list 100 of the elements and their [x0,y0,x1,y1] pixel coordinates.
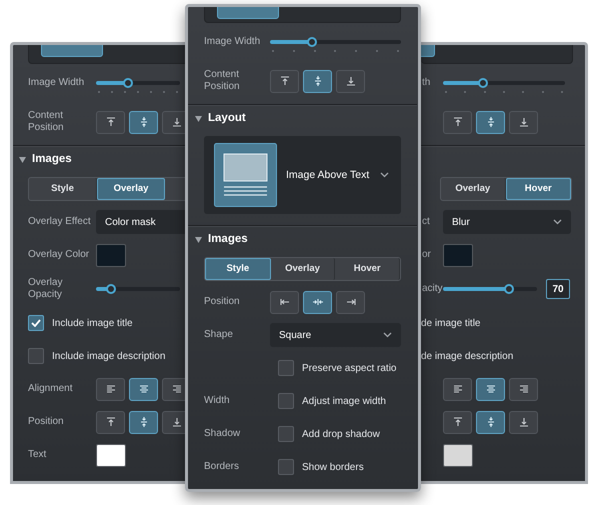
align-left-icon [104,383,116,395]
field-label: Position [28,416,64,428]
field-label: Text [28,449,46,461]
icon-button[interactable] [476,378,505,400]
field-label: Overlay Color [28,249,90,261]
layout-name: Image Above Text [286,169,370,181]
section-title: Layout [208,111,246,126]
dropdown[interactable]: Square [270,323,401,347]
icon-button[interactable] [476,110,505,134]
icon-button[interactable] [162,110,186,134]
icon-button[interactable] [476,410,505,434]
icon-button[interactable] [509,410,538,434]
field-label: Overlay Opacity [28,277,64,301]
checkbox[interactable] [28,315,44,331]
slider-thumb[interactable] [306,37,317,47]
check-icon [31,319,41,327]
icon-button[interactable] [129,110,158,134]
checkbox[interactable] [278,393,294,409]
field-label: Alignment [28,383,72,395]
arrow-to-right-icon [344,296,356,308]
icon-button[interactable] [96,410,125,434]
dropdown-value: Blur [452,216,470,230]
field-label: Image Width [204,36,260,48]
arrows-inward-icon [312,296,324,308]
chevron-down-icon [553,219,562,225]
icon-button[interactable] [162,410,186,434]
field-label: Borders [204,461,240,473]
layout-picker[interactable]: Image Above Text [204,136,401,214]
slider-thumb[interactable] [504,284,514,294]
field-label: Overlay Effect [28,216,91,228]
tab[interactable]: Overlay [270,258,336,280]
checkbox[interactable] [278,426,294,442]
dropdown-value: Square [279,328,312,342]
icon-button[interactable] [96,378,125,400]
align-center-icon [484,383,496,395]
icon-button[interactable] [443,378,472,400]
checkbox-label: Add drop shadow [302,428,380,442]
color-swatch[interactable] [96,444,126,466]
align-bottom-icon [344,75,356,87]
icon-button[interactable] [443,110,472,134]
align-bottom-icon [170,116,182,128]
chevron-down-icon [383,332,392,338]
icon-button[interactable] [162,378,186,400]
section-title: Images [208,232,248,248]
tab[interactable]: Style [205,258,271,280]
icon-button[interactable] [129,378,158,400]
field-label: Content Position [204,69,241,93]
section-title: Images [32,152,72,168]
align-bottom-icon [170,416,182,428]
checkbox-label: de image title [421,316,480,330]
icon-button[interactable] [270,70,299,92]
tab[interactable]: Hover [506,178,571,200]
field-label: acity [422,283,443,295]
align-left-icon [452,383,464,395]
align-right-icon [170,383,182,395]
align-right-icon [518,383,530,395]
icon-button[interactable] [270,290,299,314]
layout-thumbnail [421,45,435,57]
icon-button[interactable] [336,70,365,92]
slider-thumb[interactable] [478,78,488,88]
align-top-icon [104,116,116,128]
align-top-icon [452,416,464,428]
field-label: Content Position [28,110,65,134]
chevron-down-icon [380,172,389,178]
icon-button[interactable] [303,70,332,92]
icon-button[interactable] [96,110,125,134]
dropdown[interactable]: Color mask [96,210,186,234]
dropdown[interactable]: Blur [443,210,571,234]
slider-thumb[interactable] [122,78,133,88]
layout-thumbnail [41,45,103,57]
tab[interactable]: Hover [335,258,400,280]
checkbox[interactable] [278,360,294,376]
checkbox-label: Preserve aspect ratio [302,362,396,376]
tab[interactable]: Overlay [97,178,165,200]
color-swatch[interactable] [443,244,473,266]
color-swatch[interactable] [96,244,126,266]
align-bottom-icon [518,116,530,128]
icon-button[interactable] [129,410,158,434]
field-label: Position [204,296,240,308]
icon-button[interactable] [303,290,332,314]
field-label: Shape [204,329,233,341]
align-bottom-icon [518,416,530,428]
checkbox-label: de image description [421,350,514,364]
align-top-icon [278,75,290,87]
field-label: or [422,249,431,261]
icon-button[interactable] [336,290,365,314]
checkbox[interactable] [28,348,44,364]
color-swatch[interactable] [443,444,473,466]
field-label: Shadow [204,428,240,440]
arrow-to-left-icon [278,296,290,308]
slider-thumb[interactable] [106,284,116,294]
checkbox[interactable] [278,459,294,475]
field-label: Image Width [28,77,84,89]
opacity-input[interactable]: 70 [546,279,570,299]
icon-button[interactable] [509,110,538,134]
align-center-icon [138,383,150,395]
checkbox-label: Include image description [52,350,166,364]
layout-thumbnail [217,7,279,19]
icon-button[interactable] [509,378,538,400]
icon-button[interactable] [443,410,472,434]
